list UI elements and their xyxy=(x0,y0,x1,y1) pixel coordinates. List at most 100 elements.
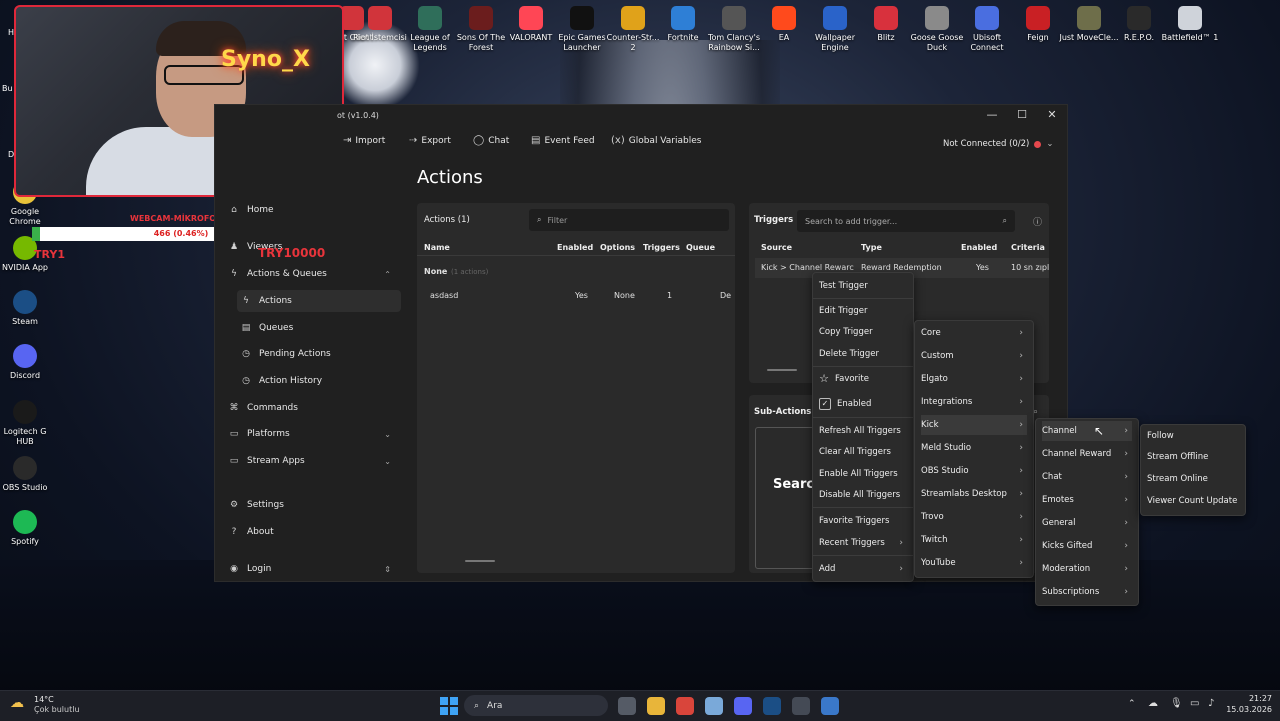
chevron-up-icon[interactable]: ⌃ xyxy=(1128,699,1136,709)
toolbar-chat-button[interactable]: ◯ Chat xyxy=(473,135,509,146)
menu1-item-refresh-all-triggers[interactable]: Refresh All Triggers xyxy=(819,421,907,441)
menu1-item-delete-trigger[interactable]: Delete Trigger xyxy=(819,344,907,364)
discord-icon[interactable] xyxy=(734,697,752,715)
menu1-item-test-trigger[interactable]: Test Trigger xyxy=(819,276,907,296)
sidebar-item-settings[interactable]: ⚙ Settings xyxy=(225,494,401,516)
menu2-item-meld-studio[interactable]: Meld Studio › xyxy=(921,438,1027,458)
desktop-icon[interactable]: Spotify xyxy=(0,510,55,547)
menu1-item-recent-triggers[interactable]: Recent Triggers › xyxy=(819,533,907,553)
col-criteria[interactable]: Criteria xyxy=(1011,243,1045,252)
menu4-item-stream-online[interactable]: Stream Online xyxy=(1147,469,1239,489)
menu2-item-kick[interactable]: Kick › xyxy=(921,415,1027,435)
menu1-item-add[interactable]: Add › xyxy=(819,559,907,579)
desktop-icon[interactable]: Discord xyxy=(0,344,55,381)
sidebar-item-stream-apps[interactable]: ▭ Stream Apps ⌄ xyxy=(225,450,401,472)
sidebar-item-actions-queues[interactable]: ϟ Actions & Queues ⌃ xyxy=(225,263,401,285)
clock-date[interactable]: 15.03.2026 xyxy=(1222,705,1272,714)
desktop-icon[interactable]: Logitech G HUB xyxy=(0,400,55,447)
menu1-item-disable-all-triggers[interactable]: Disable All Triggers xyxy=(819,485,907,505)
sidebar-item-commands[interactable]: ⌘ Commands xyxy=(225,397,401,419)
sidebar-item-icon: ▤ xyxy=(241,323,251,333)
subactions-search-box[interactable] xyxy=(755,427,819,569)
col-queue[interactable]: Queue xyxy=(686,243,715,252)
menu3-item-kicks-gifted[interactable]: Kicks Gifted › xyxy=(1042,536,1132,556)
desktop-icon[interactable]: Battlefield™ 1 xyxy=(1160,6,1220,43)
menu3-item-emotes[interactable]: Emotes › xyxy=(1042,490,1132,510)
sidebar-item-pending-actions[interactable]: ◷ Pending Actions xyxy=(237,343,401,365)
menu2-item-obs-studio[interactable]: OBS Studio › xyxy=(921,461,1027,481)
app-icon[interactable] xyxy=(821,697,839,715)
network-icon[interactable]: ▭ xyxy=(1190,698,1199,709)
col-source[interactable]: Source xyxy=(761,243,792,252)
horizontal-scrollbar[interactable] xyxy=(465,560,495,562)
mic-icon[interactable]: 🎙︎ xyxy=(1170,698,1183,709)
actions-filter-input[interactable]: ⌕ Filter xyxy=(529,209,729,231)
menu3-item-moderation[interactable]: Moderation › xyxy=(1042,559,1132,579)
sidebar-item-actions[interactable]: ϟ Actions xyxy=(237,290,401,312)
menu3-item-general[interactable]: General › xyxy=(1042,513,1132,533)
obs-icon[interactable] xyxy=(792,697,810,715)
col-type[interactable]: Type xyxy=(861,243,882,252)
col-enabled[interactable]: Enabled xyxy=(557,243,593,252)
menu4-item-stream-offline[interactable]: Stream Offline xyxy=(1147,447,1239,467)
menu4-item-follow[interactable]: Follow xyxy=(1147,426,1239,446)
minimize-button[interactable]: — xyxy=(977,108,1007,126)
menu2-item-youtube[interactable]: YouTube › xyxy=(921,553,1027,573)
sidebar-item-about[interactable]: ? About xyxy=(225,521,401,543)
start-button[interactable] xyxy=(440,697,458,715)
file-explorer-icon[interactable] xyxy=(647,697,665,715)
weather-temp: 14°C xyxy=(34,695,54,704)
toolbar-global-variables-button[interactable]: (x) Global Variables xyxy=(611,135,701,146)
col-name[interactable]: Name xyxy=(424,243,450,252)
maximize-button[interactable]: ☐ xyxy=(1007,108,1037,126)
menu2-item-streamlabs-desktop[interactable]: Streamlabs Desktop › xyxy=(921,484,1027,504)
desktop-edge-label: Bu xyxy=(2,84,13,93)
sidebar-item-queues[interactable]: ▤ Queues xyxy=(237,317,401,339)
volume-icon[interactable]: ♪ xyxy=(1208,698,1214,709)
menu1-item-edit-trigger[interactable]: Edit Trigger xyxy=(819,301,907,321)
menu1-item-clear-all-triggers[interactable]: Clear All Triggers xyxy=(819,442,907,462)
menu3-item-subscriptions[interactable]: Subscriptions › xyxy=(1042,582,1132,602)
menu2-item-integrations[interactable]: Integrations › xyxy=(921,392,1027,412)
menu2-item-trovo[interactable]: Trovo › xyxy=(921,507,1027,527)
col-options[interactable]: Options xyxy=(600,243,635,252)
streamerbot-icon[interactable] xyxy=(705,697,723,715)
menu1-item-favorite[interactable]: ☆ Favorite xyxy=(819,369,907,389)
desktop-icon[interactable]: Steam xyxy=(0,290,55,327)
steam-icon[interactable] xyxy=(763,697,781,715)
menu3-item-channel-reward[interactable]: Channel Reward › xyxy=(1042,444,1132,464)
toolbar-import-button[interactable]: ⇥ Import xyxy=(343,135,385,146)
cloud-icon[interactable]: ☁ xyxy=(1148,698,1158,709)
trigger-search-input[interactable]: Search to add trigger... ⌕ xyxy=(797,210,1015,232)
close-button[interactable]: ✕ xyxy=(1037,108,1067,126)
connection-status[interactable]: Not Connected (0/2) ⌄ xyxy=(943,139,1054,149)
menu-item-label: Kick xyxy=(921,420,939,430)
menu4-item-viewer-count-update[interactable]: Viewer Count Update xyxy=(1147,491,1239,511)
task-view-icon[interactable] xyxy=(618,697,636,715)
menu3-item-chat[interactable]: Chat › xyxy=(1042,467,1132,487)
info-icon[interactable]: ⓘ xyxy=(1033,215,1042,228)
sidebar-item-home[interactable]: ⌂ Home xyxy=(225,199,401,221)
horizontal-scrollbar[interactable] xyxy=(767,369,797,371)
menu2-item-twitch[interactable]: Twitch › xyxy=(921,530,1027,550)
menu1-item-enabled[interactable]: ✓ Enabled xyxy=(819,394,907,414)
menu2-item-core[interactable]: Core › xyxy=(921,323,1027,343)
menu2-item-custom[interactable]: Custom › xyxy=(921,346,1027,366)
sidebar-item-login[interactable]: ◉ Login ⇕ xyxy=(225,558,401,580)
menu3-item-channel[interactable]: Channel › xyxy=(1042,421,1132,441)
desktop-icon[interactable]: OBS Studio xyxy=(0,456,55,493)
sidebar-item-platforms[interactable]: ▭ Platforms ⌄ xyxy=(225,423,401,445)
menu1-item-enable-all-triggers[interactable]: Enable All Triggers xyxy=(819,464,907,484)
menu1-item-favorite-triggers[interactable]: Favorite Triggers xyxy=(819,511,907,531)
chrome-icon[interactable] xyxy=(676,697,694,715)
col-triggers[interactable]: Triggers xyxy=(643,243,680,252)
sidebar-item-action-history[interactable]: ◷ Action History xyxy=(237,370,401,392)
taskbar-search[interactable]: ⌕ Ara xyxy=(464,695,608,716)
col-trigger-enabled[interactable]: Enabled xyxy=(961,243,997,252)
menu1-item-copy-trigger[interactable]: Copy Trigger xyxy=(819,322,907,342)
clock-time[interactable]: 21:27 xyxy=(1222,694,1272,703)
weather-icon[interactable]: ☁ xyxy=(10,695,30,715)
toolbar-export-button[interactable]: ⇢ Export xyxy=(409,135,451,146)
menu2-item-elgato[interactable]: Elgato › xyxy=(921,369,1027,389)
toolbar-event-feed-button[interactable]: ▤ Event Feed xyxy=(531,135,595,146)
